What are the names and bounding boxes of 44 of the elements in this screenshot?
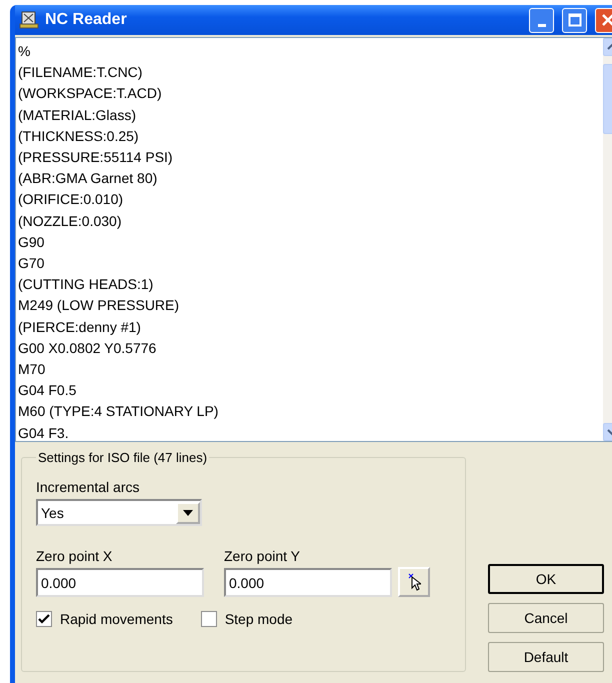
code-text-area[interactable]: [15, 37, 612, 442]
code-line: (ABR:GMA Garnet 80): [18, 169, 158, 188]
code-line: (MATERIAL:Glass): [18, 106, 137, 125]
code-line: (PRESSURE:55114 PSI): [18, 148, 174, 168]
code-line: (THICKNESS:0.25): [18, 126, 140, 146]
close-icon: [600, 13, 612, 27]
code-line: (WORKSPACE:T.ACD): [18, 84, 163, 104]
code-line: G00 X0.0802 Y0.5776: [18, 338, 158, 358]
code-line: M60 (TYPE:4 STATIONARY LP): [18, 402, 220, 422]
zero-x-field[interactable]: 0.000: [36, 568, 204, 597]
dialog-button[interactable]: Default: [488, 642, 604, 672]
check-icon: [38, 613, 50, 625]
code-line: (NOZZLE:0.030): [18, 212, 122, 231]
pick-point-button[interactable]: [398, 567, 430, 597]
minimize-icon: [538, 24, 546, 26]
field-label: Zero point Y: [224, 548, 302, 564]
code-line: M249 (LOW PRESSURE): [18, 296, 180, 316]
dropdown-button[interactable]: [176, 502, 200, 524]
cursor-icon: [407, 573, 421, 591]
group-title: Settings for ISO file (47 lines): [37, 450, 208, 465]
code-line: G04 F3.: [18, 424, 70, 443]
maximize-button[interactable]: [562, 8, 587, 32]
maximize-icon: [568, 13, 582, 27]
window-title: NC Reader: [45, 11, 127, 29]
field-label: Zero point X: [36, 548, 114, 564]
field-label: Incremental arcs: [36, 479, 140, 495]
code-line: G90: [18, 232, 46, 252]
checkbox[interactable]: Step mode: [200, 611, 293, 627]
minimize-button[interactable]: [529, 8, 554, 32]
code-line: (FILENAME:T.CNC): [18, 63, 144, 82]
code-line: G70: [18, 254, 46, 274]
checkbox[interactable]: Rapid movements: [36, 611, 173, 627]
code-line: (CUTTING HEADS:1): [18, 275, 154, 294]
caret-icon: [183, 510, 193, 516]
code-line: %: [18, 42, 32, 61]
code-line: (PIERCE:denny #1): [18, 318, 142, 337]
dialog-button[interactable]: OK: [488, 564, 604, 594]
incremental-arcs-dropdown[interactable]: Yes: [36, 499, 202, 526]
zero-y-field[interactable]: 0.000: [224, 568, 392, 597]
app-icon: [19, 10, 39, 30]
code-line: (ORIFICE:0.010): [18, 190, 124, 210]
dialog-button[interactable]: Cancel: [488, 603, 604, 633]
code-line: M70: [18, 360, 46, 380]
code-line: G04 F0.5: [18, 381, 78, 400]
